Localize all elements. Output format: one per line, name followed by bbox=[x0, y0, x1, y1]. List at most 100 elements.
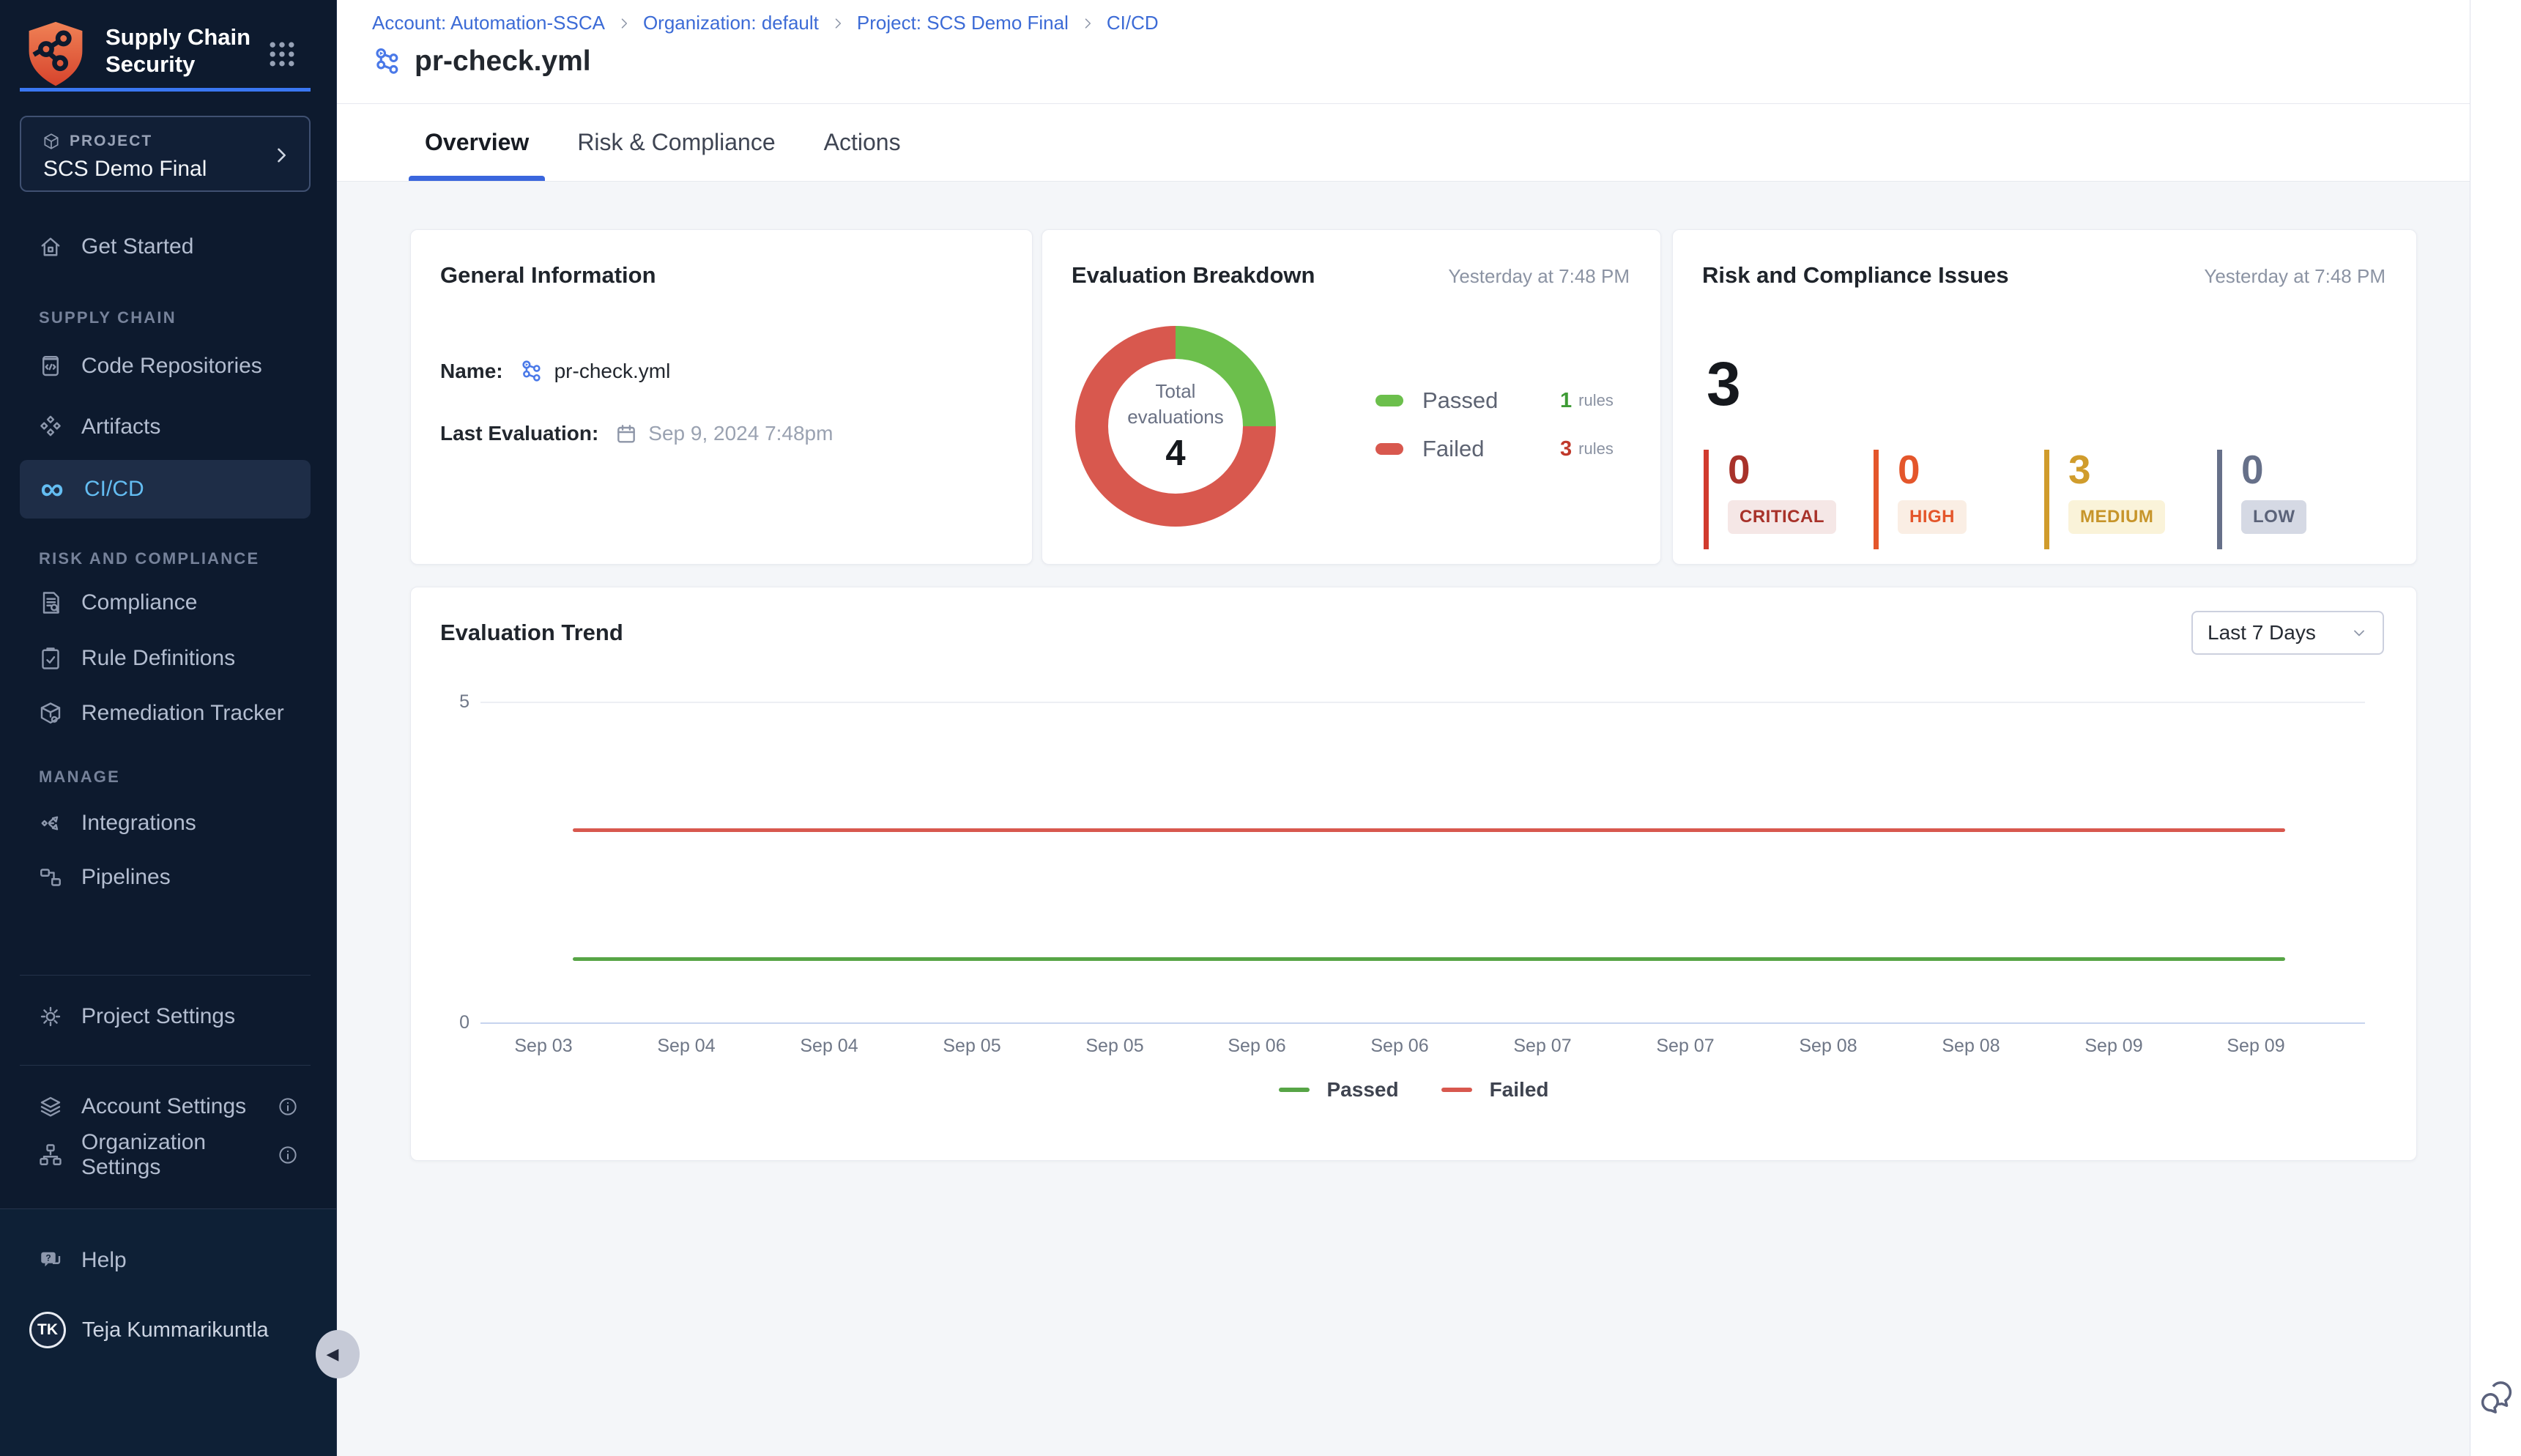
x-tick: Sep 08 bbox=[1916, 1036, 2026, 1057]
breadcrumb-cicd[interactable]: CI/CD bbox=[1107, 12, 1159, 34]
sidebar-item-label: Rule Definitions bbox=[81, 646, 235, 671]
passed-unit: rules bbox=[1578, 391, 1614, 410]
main-area: Account: Automation-SSCA Organization: d… bbox=[337, 0, 2470, 1456]
user-menu[interactable]: TK Teja Kummarikuntla bbox=[29, 1312, 269, 1348]
tab-bar: Overview Risk & Compliance Actions bbox=[337, 104, 2470, 182]
chevron-right-icon bbox=[1080, 16, 1095, 31]
sidebar-item-label: Artifacts bbox=[81, 415, 160, 439]
info-icon[interactable] bbox=[277, 1144, 299, 1166]
evaluations-donut-chart[interactable]: Total evaluations 4 bbox=[1075, 326, 1276, 527]
breadcrumb-project[interactable]: Project: SCS Demo Final bbox=[857, 12, 1069, 34]
card-timestamp: Yesterday at 7:48 PM bbox=[1448, 265, 1630, 288]
project-cube-icon bbox=[42, 132, 61, 151]
sidebar-item-label: Project Settings bbox=[81, 1004, 235, 1029]
legend-failed-label: Failed bbox=[1490, 1078, 1549, 1102]
sidebar-item-cicd[interactable]: ∞ CI/CD bbox=[20, 460, 311, 519]
low-badge: LOW bbox=[2241, 500, 2306, 534]
right-dock bbox=[2470, 0, 2521, 1456]
x-tick: Sep 05 bbox=[1060, 1036, 1170, 1057]
sidebar-item-label: Help bbox=[81, 1248, 127, 1273]
gear-icon bbox=[37, 1003, 64, 1030]
sidebar-footer: ? Help TK Teja Kummarikuntla bbox=[0, 1208, 336, 1456]
sidebar-item-code-repositories[interactable]: Code Repositories bbox=[20, 337, 311, 395]
tab-risk-compliance[interactable]: Risk & Compliance bbox=[571, 104, 781, 181]
sidebar-collapse-handle[interactable]: ◀ bbox=[316, 1330, 360, 1378]
user-name: Teja Kummarikuntla bbox=[82, 1318, 269, 1342]
section-risk-and-compliance: RISK AND COMPLIANCE bbox=[39, 549, 259, 568]
failed-count: 3 bbox=[1560, 437, 1572, 461]
cicd-infinity-icon: ∞ bbox=[37, 476, 67, 502]
x-tick: Sep 06 bbox=[1345, 1036, 1455, 1057]
project-selector[interactable]: PROJECT SCS Demo Final bbox=[20, 116, 311, 192]
chat-bubbles-icon[interactable] bbox=[2476, 1377, 2517, 1418]
tab-overview[interactable]: Overview bbox=[419, 104, 535, 181]
accent-divider bbox=[20, 88, 311, 92]
legend-row-passed: Passed 1 rules bbox=[1375, 376, 1614, 425]
pipeline-icon bbox=[372, 46, 403, 77]
sidebar-divider bbox=[20, 1065, 311, 1066]
sidebar-divider bbox=[20, 975, 311, 976]
evaluation-breakdown-card: Evaluation Breakdown Yesterday at 7:48 P… bbox=[1042, 229, 1661, 565]
card-title: Evaluation Trend bbox=[440, 620, 623, 646]
last-evaluation-value: Sep 9, 2024 7:48pm bbox=[648, 422, 833, 445]
donut-center-label: evaluations bbox=[1127, 404, 1224, 430]
breadcrumb-account[interactable]: Account: Automation-SSCA bbox=[372, 12, 605, 34]
x-tick: Sep 07 bbox=[1630, 1036, 1740, 1057]
info-icon[interactable] bbox=[277, 1096, 299, 1118]
sidebar-item-rule-definitions[interactable]: Rule Definitions bbox=[20, 629, 311, 688]
x-tick: Sep 05 bbox=[917, 1036, 1027, 1057]
x-tick: Sep 09 bbox=[2201, 1036, 2311, 1057]
severity-medium: 3 MEDIUM bbox=[2044, 450, 2165, 549]
breadcrumb-organization[interactable]: Organization: default bbox=[643, 12, 819, 34]
y-axis-tick-5: 5 bbox=[433, 691, 469, 713]
x-tick: Sep 06 bbox=[1202, 1036, 1312, 1057]
sidebar-item-organization-settings[interactable]: Organization Settings bbox=[20, 1126, 311, 1184]
tab-actions[interactable]: Actions bbox=[818, 104, 907, 181]
total-issues-value: 3 bbox=[1707, 353, 1741, 415]
donut-center: Total evaluations 4 bbox=[1108, 359, 1243, 494]
product-name: Supply Chain Security bbox=[105, 23, 267, 78]
name-value: pr-check.yml bbox=[554, 360, 671, 383]
failed-line-swatch-icon bbox=[1441, 1088, 1472, 1092]
x-tick: Sep 04 bbox=[774, 1036, 884, 1057]
high-badge: HIGH bbox=[1898, 500, 1967, 534]
risk-compliance-issues-card: Risk and Compliance Issues Yesterday at … bbox=[1672, 229, 2417, 565]
passed-line-swatch-icon bbox=[1279, 1088, 1310, 1092]
last-evaluation-label: Last Evaluation: bbox=[440, 422, 598, 445]
layers-icon bbox=[37, 1093, 64, 1120]
project-name: SCS Demo Final bbox=[43, 157, 207, 182]
passed-label: Passed bbox=[1422, 387, 1540, 414]
sidebar-item-label: Integrations bbox=[81, 811, 196, 836]
sidebar-item-label: Organization Settings bbox=[81, 1130, 259, 1180]
home-icon bbox=[37, 234, 64, 260]
failed-series-line bbox=[573, 828, 2285, 832]
medium-badge: MEDIUM bbox=[2068, 500, 2165, 534]
severity-critical: 0 CRITICAL bbox=[1704, 450, 1836, 549]
pipeline-icon bbox=[519, 359, 544, 384]
sidebar-item-integrations[interactable]: Integrations bbox=[20, 794, 311, 853]
page-header: Account: Automation-SSCA Organization: d… bbox=[337, 0, 2470, 104]
sidebar-item-project-settings[interactable]: Project Settings bbox=[20, 987, 311, 1046]
donut-legend: Passed 1 rules Failed 3 rules bbox=[1375, 376, 1614, 473]
passed-series-line bbox=[573, 957, 2285, 961]
code-repository-icon bbox=[37, 353, 64, 379]
legend-passed-label: Passed bbox=[1327, 1078, 1399, 1102]
medium-count: 3 bbox=[2068, 450, 2165, 490]
module-grid-icon[interactable] bbox=[266, 38, 298, 70]
card-title: General Information bbox=[440, 262, 656, 289]
sidebar-item-get-started[interactable]: Get Started bbox=[20, 218, 311, 276]
integrations-icon bbox=[37, 810, 64, 836]
sidebar-item-artifacts[interactable]: Artifacts bbox=[20, 398, 311, 456]
sidebar-item-remediation-tracker[interactable]: Remediation Tracker bbox=[20, 684, 311, 743]
organization-icon bbox=[37, 1142, 64, 1168]
sidebar-item-help[interactable]: ? Help bbox=[20, 1231, 311, 1290]
sidebar: Supply Chain Security PROJECT SCS Demo F… bbox=[0, 0, 337, 1456]
date-range-select[interactable]: Last 7 Days bbox=[2191, 611, 2384, 655]
failed-label: Failed bbox=[1422, 436, 1540, 462]
x-axis-line bbox=[480, 1022, 2365, 1024]
sidebar-item-pipelines[interactable]: Pipelines bbox=[20, 848, 311, 907]
low-count: 0 bbox=[2241, 450, 2306, 490]
donut-total-value: 4 bbox=[1165, 433, 1185, 474]
sidebar-item-compliance[interactable]: Compliance bbox=[20, 573, 311, 632]
x-tick: Sep 08 bbox=[1773, 1036, 1883, 1057]
